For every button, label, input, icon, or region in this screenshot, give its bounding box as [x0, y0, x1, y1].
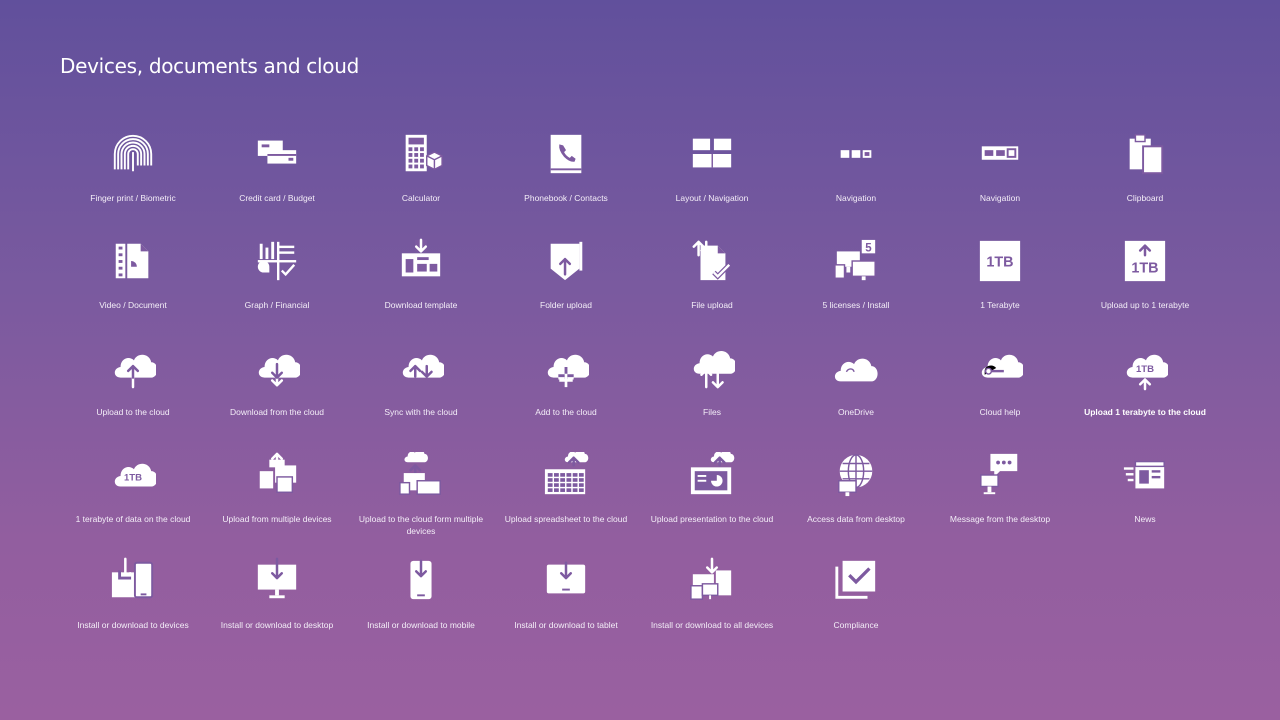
icon-label: Install or download to mobile: [367, 620, 475, 630]
icon-label: Add to the cloud: [535, 407, 597, 417]
calculator-icon: [405, 134, 443, 172]
svg-text:1TB: 1TB: [1136, 364, 1154, 375]
navigation-bar-icon: [981, 146, 1019, 160]
svg-text:1TB: 1TB: [986, 255, 1013, 271]
icon-label: 1 Terabyte: [980, 300, 1020, 310]
video-document-icon: [115, 243, 149, 279]
icon-label: Video / Document: [99, 300, 167, 310]
onedrive-icon: [834, 358, 878, 382]
install-tablet-icon: [546, 561, 586, 594]
icon-label: Clipboard: [1126, 193, 1164, 203]
icon-label: Sync with the cloud: [384, 407, 458, 417]
compliance-icon: [835, 560, 876, 599]
icon-label: Cloud help: [979, 407, 1021, 417]
icon-label: Upload spreadsheet to the cloud: [504, 514, 628, 524]
icon-label: Compliance: [833, 620, 879, 630]
svg-text:1TB: 1TB: [1131, 261, 1158, 277]
icon-label: Upload to the cloud form multiple device…: [358, 514, 484, 536]
credit-card-icon: [257, 140, 297, 164]
cloud-help-icon: [981, 354, 1023, 378]
phonebook-icon: [550, 134, 582, 174]
icon-label: Install or download to all devices: [650, 620, 774, 630]
news-icon: [1123, 460, 1165, 489]
icon-label: Upload 1 terabyte to the cloud: [1084, 407, 1206, 417]
folder-upload-icon: [550, 241, 583, 281]
cloud-multiple-devices-icon: [399, 452, 441, 495]
navigation-dots-icon: [840, 150, 872, 158]
icon-label: Access data from desktop: [807, 514, 905, 524]
icon-label: Files: [703, 407, 721, 417]
cloud-upload-icon: [114, 354, 156, 389]
fingerprint-icon: [113, 134, 153, 172]
slide-title: Devices, documents and cloud: [60, 54, 359, 78]
install-desktop-icon: [257, 557, 297, 599]
icon-label: Phonebook / Contacts: [524, 193, 608, 203]
cloud-files-icon: [693, 350, 735, 389]
install-devices-icon: [111, 557, 154, 599]
icon-label: Download from the cloud: [229, 407, 325, 417]
terabyte-icon: 1TB: [979, 240, 1021, 282]
icon-label: Finger print / Biometric: [90, 193, 176, 203]
svg-text:1TB: 1TB: [124, 473, 142, 484]
icon-label: Navigation: [979, 193, 1021, 203]
layout-icon: [692, 138, 732, 168]
clipboard-icon: [1129, 134, 1164, 175]
cloud-add-icon: [547, 354, 589, 388]
icon-label: Upload presentation to the cloud: [650, 514, 774, 524]
icon-label: Layout / Navigation: [675, 193, 749, 203]
graph-financial-icon: [257, 241, 297, 281]
install-all-devices-icon: [690, 557, 732, 600]
licenses-install-icon: 5: [834, 239, 876, 281]
icon-label: Download template: [384, 300, 458, 310]
upload-terabyte-icon: 1TB: [1124, 240, 1166, 282]
icon-label: Navigation: [835, 193, 877, 203]
icon-label: Install or download to devices: [77, 620, 189, 630]
cloud-terabyte-icon: 1TB: [114, 463, 156, 487]
upload-spreadsheet-icon: [544, 452, 589, 495]
icon-label: Upload to the cloud: [96, 407, 170, 417]
cloud-download-icon: [258, 354, 300, 387]
file-upload-icon: [692, 240, 731, 281]
icon-label: 1 terabyte of data on the cloud: [75, 514, 191, 524]
download-template-icon: [401, 238, 441, 277]
icon-label: Credit card / Budget: [239, 193, 315, 203]
icon-label: Install or download to tablet: [514, 620, 618, 630]
globe-desktop-icon: [838, 454, 873, 497]
icon-label: Calculator: [401, 193, 441, 203]
icon-label: Upload up to 1 terabyte: [1100, 300, 1190, 310]
icon-label: OneDrive: [838, 407, 874, 417]
icon-label: Message from the desktop: [949, 514, 1051, 524]
icon-label: File upload: [691, 300, 733, 310]
icon-label: 5 licenses / Install: [822, 300, 890, 310]
upload-presentation-icon: [690, 452, 735, 495]
cloud-sync-icon: [402, 354, 444, 378]
desktop-message-icon: [980, 453, 1018, 495]
icon-label: Install or download to desktop: [220, 620, 334, 630]
svg-text:5: 5: [865, 242, 872, 254]
install-mobile-icon: [410, 559, 432, 600]
cloud-upload-terabyte-icon: 1TB: [1126, 354, 1168, 391]
upload-multiple-devices-icon: [259, 452, 297, 495]
icon-label: Upload from multiple devices: [222, 514, 332, 524]
icon-label: Graph / Financial: [244, 300, 310, 310]
icon-label: Folder upload: [540, 300, 592, 310]
icon-label: News: [1134, 514, 1156, 524]
